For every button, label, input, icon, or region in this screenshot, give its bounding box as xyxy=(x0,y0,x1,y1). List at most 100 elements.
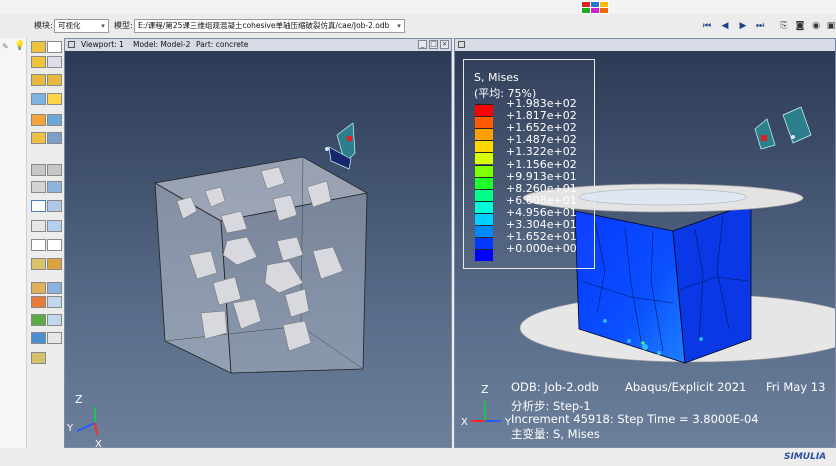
triad-x-label: X xyxy=(461,417,468,428)
viewport-annotation-icon[interactable] xyxy=(47,282,62,294)
close-button[interactable]: × xyxy=(440,40,449,49)
view-cut-icon[interactable] xyxy=(47,200,62,212)
legend-swatch xyxy=(475,140,493,153)
legend-swatch xyxy=(475,128,493,141)
symbol-options-icon[interactable] xyxy=(47,114,62,126)
chevron-down-icon: ▾ xyxy=(397,22,401,30)
table-icon[interactable] xyxy=(47,332,62,344)
field-output-icon[interactable] xyxy=(31,93,46,105)
model-label: 模型: xyxy=(114,21,133,30)
legend-value: +1.156e+02 xyxy=(506,157,577,171)
result-options-icon[interactable] xyxy=(47,93,62,105)
report-icon[interactable] xyxy=(31,220,46,232)
viewport-icon xyxy=(68,41,75,48)
viewport-1-canvas[interactable]: Z Y X xyxy=(65,51,451,447)
plot-contours-icon[interactable] xyxy=(31,56,46,68)
legend-swatch xyxy=(475,116,493,129)
viewport-model: Model: Model-2 xyxy=(133,40,191,49)
stream-icon[interactable] xyxy=(47,181,62,193)
module-select[interactable]: 可视化 ▾ xyxy=(54,19,109,33)
viewport-1[interactable]: Viewport: 1 Model: Model-2 Part: concret… xyxy=(64,38,452,448)
odb-name: ODB: Job-2.odb xyxy=(511,380,599,394)
triad-y-label: Y xyxy=(66,423,74,434)
legend-swatch xyxy=(475,188,493,201)
viewport-name: Viewport: 1 xyxy=(81,40,124,49)
camera-icon[interactable]: ◙ xyxy=(794,20,806,32)
contour-legend: S, Mises (平均: 75%) +1.983e+02 +1.817e+02 +… xyxy=(463,59,595,269)
record-icon[interactable]: ◉ xyxy=(810,20,822,32)
module-select-value: 可视化 xyxy=(58,21,81,30)
model-select-value: E:/课程/第25课三维组观混凝土cohesive单轴压缩破裂仿真/cae/Jo… xyxy=(138,21,390,30)
xy-plot-icon[interactable] xyxy=(47,164,62,176)
model-select[interactable]: E:/课程/第25课三维组观混凝土cohesive单轴压缩破裂仿真/cae/Jo… xyxy=(134,19,405,33)
bulb-icon[interactable]: 💡 xyxy=(14,41,25,51)
legend-swatch xyxy=(475,200,493,213)
legend-swatch xyxy=(475,212,493,225)
contour-options-icon[interactable] xyxy=(31,114,46,126)
superimpose-icon[interactable] xyxy=(31,314,46,326)
legend-swatch xyxy=(475,164,493,177)
legend-swatch xyxy=(475,225,493,237)
common-options-icon[interactable] xyxy=(47,220,62,232)
display-options-icon[interactable] xyxy=(47,296,62,308)
model-tree-panel: ✎ 💡 xyxy=(0,38,27,466)
title-strip xyxy=(0,0,836,14)
legend-swatch xyxy=(475,237,493,250)
abaqus-logo-icon xyxy=(581,1,609,14)
concrete-mesostructure-model: Z Y X xyxy=(66,122,369,447)
query-icon[interactable] xyxy=(31,200,46,212)
first-frame-button[interactable]: ⏮ xyxy=(701,20,713,32)
status-bar: SIMULIA xyxy=(0,448,836,466)
plot-symbols-icon[interactable] xyxy=(47,56,62,68)
viewport-icon xyxy=(458,41,465,48)
last-frame-button[interactable]: ⏭ xyxy=(754,20,766,32)
ply-options-icon[interactable] xyxy=(47,314,62,326)
primary-variable-label: 主变量: S, Mises xyxy=(511,427,600,441)
legend-value: +1.322e+02 xyxy=(506,145,577,159)
ply-stack-icon[interactable] xyxy=(47,132,62,144)
path-icon[interactable] xyxy=(31,181,46,193)
pin-icon[interactable]: ✎ xyxy=(2,42,9,51)
overlay-plot-icon[interactable] xyxy=(31,282,46,294)
legend-value: +9.913e+01 xyxy=(506,169,577,183)
layout-icon[interactable] xyxy=(31,332,46,344)
legend-swatch xyxy=(475,152,493,165)
chevron-down-icon: ▾ xyxy=(101,22,105,30)
plot-allow-multiple-icon[interactable] xyxy=(31,74,46,86)
history-plot-icon[interactable] xyxy=(47,239,62,251)
context-toolbar: 模块: 可视化 ▾ 模型: E:/课程/第25课三维组观混凝土cohesive单轴… xyxy=(0,14,836,39)
triad-z-label: Z xyxy=(75,393,83,406)
movie-icon[interactable]: ▣ xyxy=(825,20,836,32)
viewport-2-titlebar xyxy=(455,39,835,51)
tool-icon[interactable] xyxy=(31,352,46,364)
legend-swatch xyxy=(475,249,493,262)
triad-x-label: X xyxy=(95,439,102,447)
plot-deformed-icon[interactable] xyxy=(47,41,62,53)
legend-value: +8.260e+01 xyxy=(506,181,577,195)
display-group-icon[interactable] xyxy=(47,258,62,270)
play-button[interactable]: ▶ xyxy=(737,20,749,32)
xy-data-icon[interactable] xyxy=(31,164,46,176)
maximize-button[interactable]: □ xyxy=(429,40,438,49)
increment-label: Increment 45918: Step Time = 3.8000E-04 xyxy=(511,412,759,426)
module-label: 模块: xyxy=(34,21,53,30)
legend-swatch xyxy=(475,176,493,189)
legend-value: +6.608e+01 xyxy=(506,193,577,207)
solver-version: Abaqus/Explicit 2021 xyxy=(625,380,747,394)
material-orientation-icon[interactable] xyxy=(31,132,46,144)
viewcut-manager-icon[interactable] xyxy=(31,296,46,308)
viewport-1-titlebar: Viewport: 1 Model: Model-2 Part: concret… xyxy=(65,39,451,51)
viewport-part: Part: concrete xyxy=(196,40,249,49)
minimize-button[interactable]: _ xyxy=(418,40,427,49)
run-date: Fri May 13 xyxy=(766,380,826,394)
triad-z-label: Z xyxy=(481,383,489,396)
visualization-toolbox xyxy=(27,38,64,448)
animate-icon[interactable] xyxy=(47,74,62,86)
path-plot-icon[interactable] xyxy=(31,239,46,251)
plot-undeformed-icon[interactable] xyxy=(31,41,46,53)
animation-options-icon[interactable]: ⎘ xyxy=(778,20,790,32)
legend-swatch xyxy=(475,104,493,116)
free-body-icon[interactable] xyxy=(31,258,46,270)
previous-frame-button[interactable]: ◀ xyxy=(719,20,731,32)
legend-value: +0.000e+00 xyxy=(506,242,577,256)
